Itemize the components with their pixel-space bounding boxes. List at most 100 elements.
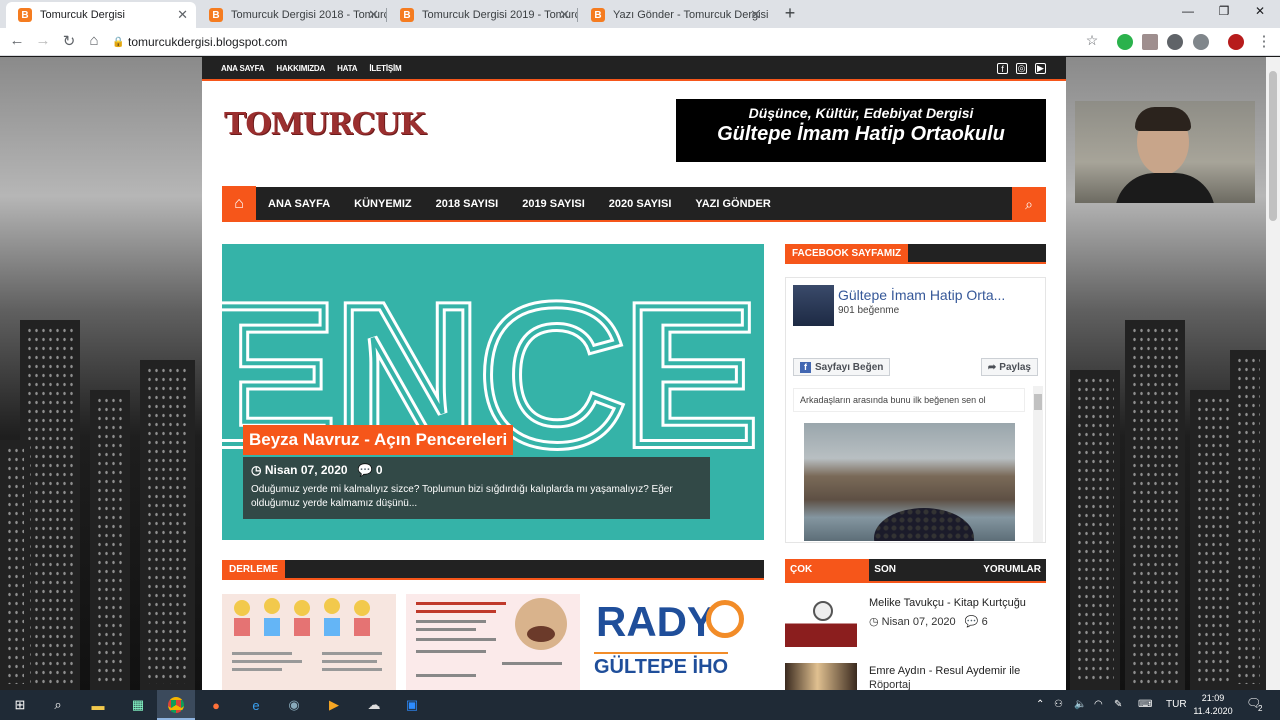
nav-item-2019[interactable]: 2019 SAYISI [522,198,585,210]
headphones-icon [706,600,744,638]
facebook-like-button[interactable]: f Sayfayı Beğen [793,358,891,376]
comment-count: 6 [981,616,988,628]
derleme-thumbnails: RADY GÜLTEPE İHO [222,594,764,690]
browser-tab-1[interactable]: B Tomurcuk Dergisi ✕ [6,2,196,28]
youtube-icon[interactable]: ▶ [1035,63,1046,74]
popular-post-title[interactable]: Melike Tavukçu - Kitap Kurtçuğu [869,597,1026,609]
facebook-page-thumbnail[interactable] [793,285,834,326]
tab-comments[interactable]: YORUMLAR [978,559,1046,581]
popular-post-title[interactable]: Emre Aydın - Resul Aydemir ile [869,665,1020,677]
post-thumbnail[interactable]: RADY GÜLTEPE İHO [590,594,764,690]
window-close-icon[interactable]: ✕ [1250,4,1270,18]
search-icon[interactable]: ⌕ [1012,187,1046,222]
post-thumbnail[interactable] [222,594,396,690]
home-icon[interactable]: ⌂ [84,32,104,49]
tray-people-icon[interactable]: ⚇ [1054,699,1063,710]
maximize-icon[interactable]: ❐ [1214,4,1234,18]
featured-post[interactable]: ENCE ENCE Beyza Navruz - Açın Pencereler… [222,244,764,540]
section-title: FACEBOOK SAYFAMIZ [785,244,909,264]
reload-icon[interactable]: ↻ [59,32,79,50]
popular-post-subtitle[interactable]: Röportaj [869,679,911,690]
topbar-link-about[interactable]: HAKKIMIZDA [276,64,325,73]
app-icon[interactable]: ◉ [284,695,304,715]
url-text: tomurcukdergisi.blogspot.com [128,35,288,49]
windows-start-icon[interactable]: ⊞ [10,695,30,715]
featured-post-title[interactable]: Beyza Navruz - Açın Pencereleri [243,425,514,455]
new-tab-button[interactable]: + [780,3,800,24]
chrome-icon[interactable] [166,695,186,715]
nav-item-kunye[interactable]: KÜNYEMIZ [354,198,411,210]
nav-item-home[interactable]: ANA SAYFA [268,198,330,210]
address-bar[interactable]: 🔒 tomurcukdergisi.blogspot.com [112,31,1102,53]
topbar-link-error[interactable]: HATA [337,64,357,73]
clock-icon: ◷ [869,616,879,628]
menu-kebab-icon[interactable]: ⋮ [1254,32,1274,50]
facebook-share-button[interactable]: ➦ Paylaş [980,358,1038,376]
profile-avatar[interactable] [1228,34,1244,50]
nav-item-2018[interactable]: 2018 SAYISI [436,198,499,210]
store-icon[interactable]: ▦ [128,695,148,715]
close-tab-icon[interactable]: ✕ [750,7,761,23]
file-explorer-icon[interactable]: ▬ [88,695,108,715]
back-icon[interactable]: ← [7,32,27,49]
facebook-widget-scrollbar[interactable] [1033,386,1043,542]
topbar-link-home[interactable]: ANA SAYFA [221,64,265,73]
bookmark-star-icon[interactable]: ☆ [1082,32,1102,49]
site-logo[interactable]: TOMURCUK [224,107,426,142]
popular-post-item[interactable]: Melike Tavukçu - Kitap Kurtçuğu ◷ Nisan … [785,595,1046,651]
popular-post-meta: ◷ Nisan 07, 2020 💬 6 [869,615,988,628]
close-tab-icon[interactable]: ✕ [559,7,570,23]
media-player-icon[interactable]: ▶ [324,695,344,715]
input-language[interactable]: TUR [1166,699,1187,710]
popular-post-thumbnail[interactable] [785,663,857,690]
tab-title: Yazı Gönder - Tomurcuk Dergisi [613,9,769,21]
app-icon[interactable]: ☁ [364,695,384,715]
facebook-icon[interactable]: f [997,63,1008,74]
pen-icon[interactable]: ✎ [1114,699,1122,710]
tab-title: Tomurcuk Dergisi [40,9,125,21]
browser-tab-3[interactable]: B Tomurcuk Dergisi 2019 - Tomurcuk ✕ [388,2,578,28]
forward-icon[interactable]: → [33,32,53,49]
nav-item-2020[interactable]: 2020 SAYISI [609,198,672,210]
windows-taskbar: ⊞ ⌕ ▬ ▦ ● e ◉ ▶ ☁ ▣ ⌃ ⚇ 🔈 ◠ ✎ ⌨ TUR 21:0… [0,690,1280,720]
wifi-icon[interactable]: ◠ [1094,699,1103,710]
close-tab-icon[interactable]: ✕ [368,7,379,23]
tray-chevron-icon[interactable]: ⌃ [1036,699,1044,710]
featured-post-meta: ◷ Nisan 07, 2020 💬 0 Oduğumuz yerde mi k… [243,457,710,519]
system-clock[interactable]: 21:09 11.4.2020 [1190,692,1236,718]
internet-explorer-icon[interactable]: e [246,695,266,715]
minimize-icon[interactable]: — [1178,4,1198,18]
clock-date: 11.4.2020 [1193,706,1233,716]
post-thumbnail[interactable] [406,594,580,690]
nav-item-submit[interactable]: YAZI GÖNDER [695,198,770,210]
extension-icon[interactable] [1193,34,1209,50]
keyboard-icon[interactable]: ⌨ [1138,699,1152,710]
popular-post-item[interactable]: Emre Aydın - Resul Aydemir ile Röportaj [785,663,1046,690]
zoom-icon[interactable]: ▣ [402,695,422,715]
popular-post-thumbnail[interactable] [785,595,857,647]
extension-shield-icon[interactable] [1117,34,1133,50]
search-icon[interactable]: ⌕ [48,695,68,715]
lock-icon: 🔒 [112,36,125,48]
facebook-page-name[interactable]: Gültepe İmam Hatip Orta... [838,287,1005,303]
radio-thumb-subtitle: GÜLTEPE İHO [594,652,729,679]
page-scrollbar[interactable] [1266,57,1280,690]
sidebar-tabs: ÇOK OKUNANLAR SON PAYLAŞIMLAAR YORUMLAR [785,559,1046,597]
section-title: DERLEME [222,560,285,580]
browser-tab-4[interactable]: B Yazı Gönder - Tomurcuk Dergisi ✕ [579,2,769,28]
topbar-link-contact[interactable]: İLETİŞİM [369,64,401,73]
facebook-post-video[interactable] [804,423,1015,541]
instagram-icon[interactable]: ◎ [1016,63,1027,74]
blogger-icon: B [591,8,605,22]
close-tab-icon[interactable]: ✕ [177,7,188,23]
page-scrollbar-thumb[interactable] [1269,71,1277,221]
tab-most-read[interactable]: ÇOK OKUNANLAR [785,559,870,597]
home-icon[interactable]: ⌂ [222,186,256,221]
firefox-icon[interactable]: ● [206,695,226,715]
tab-recent-posts[interactable]: SON PAYLAŞIMLAAR [869,559,964,597]
blogger-icon: B [18,8,32,22]
extension-icon[interactable] [1167,34,1183,50]
extension-icon[interactable] [1142,34,1158,50]
browser-tab-2[interactable]: B Tomurcuk Dergisi 2018 - Tomurcuk ✕ [197,2,387,28]
volume-icon[interactable]: 🔈 [1074,699,1086,710]
